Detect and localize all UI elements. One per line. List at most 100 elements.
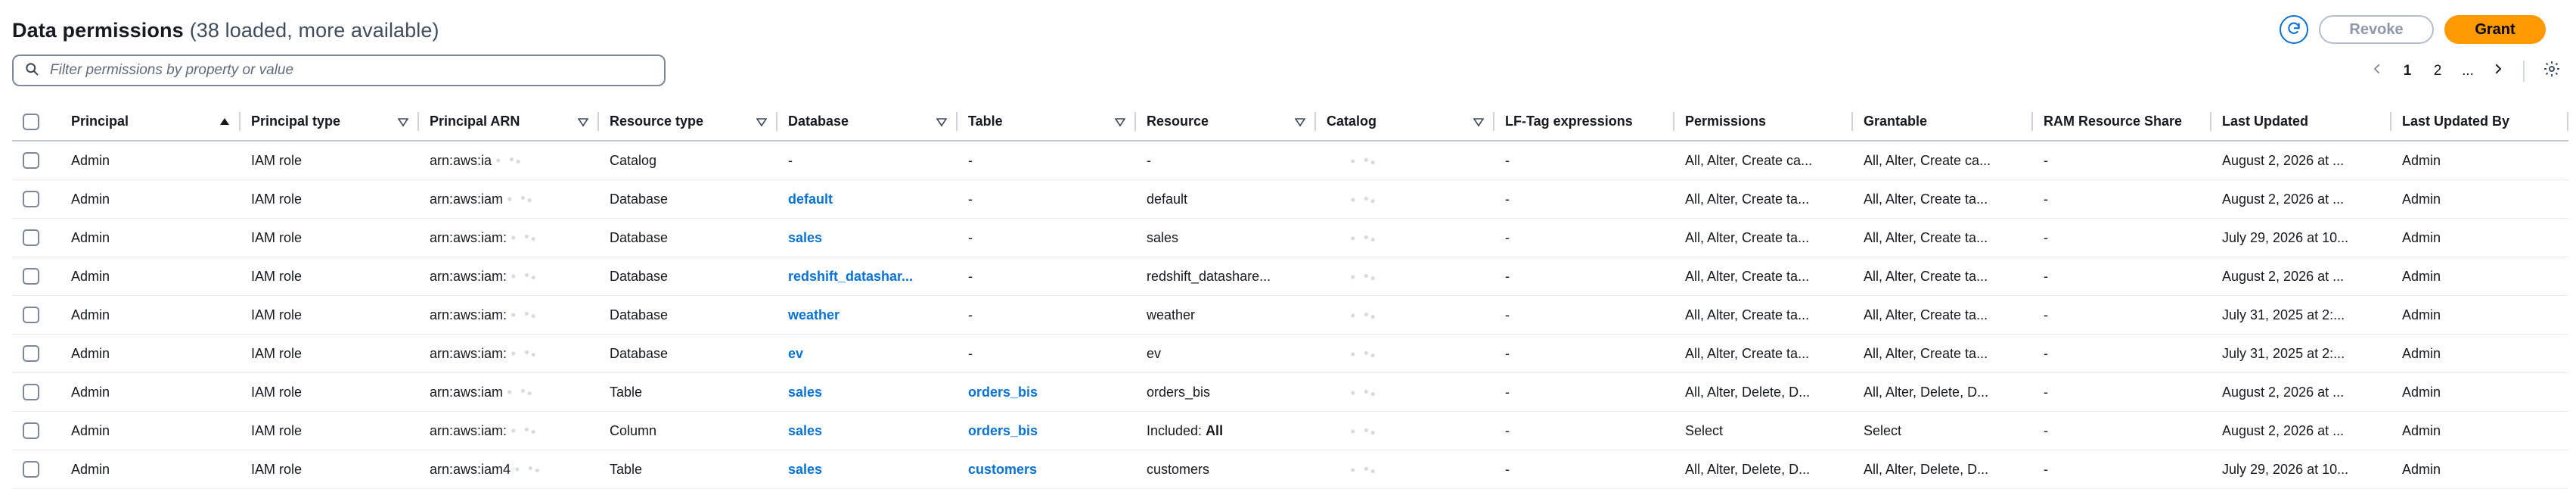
col-last-updated-by[interactable]: Last Updated By xyxy=(2391,103,2568,142)
table-row[interactable]: Admin IAM role arn:aws:iam Table sales orders… xyxy=(12,373,2568,412)
lf-tag-expressions-cell: - xyxy=(1494,219,1674,257)
table-row[interactable]: Admin IAM role arn:aws:iam: Database weather… xyxy=(12,296,2568,335)
permissions-cell: All, Alter, Create ta... xyxy=(1674,257,1853,296)
col-last-updated[interactable]: Last Updated xyxy=(2211,103,2391,142)
col-principal-type[interactable]: Principal type xyxy=(241,103,419,142)
principal-arn-text: arn:aws:iam: xyxy=(430,229,507,245)
col-ram-resource-share[interactable]: RAM Resource Share xyxy=(2033,103,2211,142)
ram-resource-share-cell: - xyxy=(2033,219,2211,257)
col-grantable[interactable]: Grantable xyxy=(1853,103,2033,142)
resource-type-cell: Database xyxy=(599,335,777,373)
last-updated-cell: August 2, 2026 at ... xyxy=(2211,180,2391,219)
permissions-cell: All, Alter, Delete, D... xyxy=(1674,373,1853,412)
redaction-mark xyxy=(1346,463,1380,476)
page-more[interactable]: ... xyxy=(2461,63,2475,79)
table-row[interactable]: Admin IAM role arn:aws:ia Catalog - - - - All, A… xyxy=(12,142,2568,180)
col-lf-tag-expressions[interactable]: LF-Tag expressions xyxy=(1494,103,1674,142)
col-principal[interactable]: Principal xyxy=(61,103,241,142)
grant-button[interactable]: Grant xyxy=(2444,15,2546,44)
col-database[interactable]: Database xyxy=(777,103,957,142)
table-cell[interactable]: customers xyxy=(957,450,1136,489)
database-cell[interactable]: sales xyxy=(777,450,957,489)
table-row[interactable]: Admin IAM role arn:aws:iam: Database sales - s… xyxy=(12,219,2568,257)
col-resource[interactable]: Resource xyxy=(1136,103,1316,142)
principal-arn-cell: arn:aws:iam: xyxy=(419,257,599,296)
table-cell[interactable]: orders_bis xyxy=(957,412,1136,450)
database-cell[interactable]: sales xyxy=(777,412,957,450)
row-select-cell xyxy=(12,142,61,180)
last-updated-by-cell: Admin xyxy=(2391,296,2568,335)
redaction-mark xyxy=(1346,232,1380,244)
select-all-cell xyxy=(12,103,61,142)
principal-cell: Admin xyxy=(61,450,241,489)
lf-tag-expressions-cell: - xyxy=(1494,412,1674,450)
ram-resource-share-cell: - xyxy=(2033,296,2211,335)
revoke-button[interactable]: Revoke xyxy=(2319,15,2434,44)
table-row[interactable]: Admin IAM role arn:aws:iam: Column sales orde… xyxy=(12,412,2568,450)
grantable-cell: All, Alter, Delete, D... xyxy=(1853,450,2033,489)
resource-text: redshift_datashare... xyxy=(1147,268,1271,284)
row-checkbox[interactable] xyxy=(23,422,39,440)
database-cell[interactable]: redshift_datashar... xyxy=(777,257,957,296)
principal-cell: Admin xyxy=(61,373,241,412)
pagination-divider xyxy=(2523,61,2525,82)
row-checkbox[interactable] xyxy=(23,191,39,208)
row-checkbox[interactable] xyxy=(23,307,39,324)
ram-resource-share-cell: - xyxy=(2033,257,2211,296)
table-row[interactable]: Admin IAM role arn:aws:iam: Database redshif… xyxy=(12,257,2568,296)
col-principal-arn[interactable]: Principal ARN xyxy=(419,103,599,142)
chevron-left-icon[interactable] xyxy=(2370,62,2384,80)
database-cell[interactable]: sales xyxy=(777,373,957,412)
col-table[interactable]: Table xyxy=(957,103,1136,142)
col-resource-type[interactable]: Resource type xyxy=(599,103,777,142)
row-checkbox[interactable] xyxy=(23,345,39,363)
row-checkbox[interactable] xyxy=(23,384,39,401)
grantable-cell: All, Alter, Create ta... xyxy=(1853,296,2033,335)
principal-type-cell: IAM role xyxy=(241,257,419,296)
row-checkbox[interactable] xyxy=(23,229,39,247)
permissions-cell: All, Alter, Create ta... xyxy=(1674,335,1853,373)
table-cell[interactable]: orders_bis xyxy=(957,373,1136,412)
chevron-right-icon[interactable] xyxy=(2491,62,2505,80)
row-checkbox[interactable] xyxy=(23,461,39,478)
table-row[interactable]: Admin IAM role arn:aws:iam Database default -… xyxy=(12,180,2568,219)
principal-cell: Admin xyxy=(61,219,241,257)
row-checkbox[interactable] xyxy=(23,152,39,170)
principal-arn-text: arn:aws:iam4 xyxy=(430,461,511,477)
page-1[interactable]: 1 xyxy=(2401,63,2414,79)
select-all-checkbox[interactable] xyxy=(23,113,39,130)
pagination: 1 2 ... xyxy=(2370,59,2561,83)
database-cell[interactable]: default xyxy=(777,180,957,219)
refresh-icon xyxy=(2286,21,2301,39)
principal-cell: Admin xyxy=(61,180,241,219)
resource-bold-text: All xyxy=(1206,422,1224,438)
resource-text: orders_bis xyxy=(1147,384,1211,400)
filter-field[interactable] xyxy=(12,55,666,86)
redaction-mark xyxy=(1346,309,1380,322)
database-cell[interactable]: ev xyxy=(777,335,957,373)
lf-tag-expressions-cell: - xyxy=(1494,142,1674,180)
table-row[interactable]: Admin IAM role arn:aws:iam: Database ev - ev - A… xyxy=(12,335,2568,373)
catalog-cell xyxy=(1316,257,1494,296)
row-checkbox[interactable] xyxy=(23,268,39,285)
search-icon xyxy=(24,61,39,80)
filter-input[interactable] xyxy=(48,61,653,79)
grantable-cell: All, Alter, Delete, D... xyxy=(1853,373,2033,412)
resource-cell: weather xyxy=(1136,296,1316,335)
table-cell: - xyxy=(957,180,1136,219)
refresh-button[interactable] xyxy=(2280,15,2308,44)
page-2[interactable]: 2 xyxy=(2431,63,2444,79)
principal-arn-cell: arn:aws:iam: xyxy=(419,412,599,450)
settings-icon[interactable] xyxy=(2543,60,2561,83)
col-permissions[interactable]: Permissions xyxy=(1674,103,1853,142)
principal-arn-cell: arn:aws:ia xyxy=(419,142,599,180)
table-row[interactable]: Admin IAM role arn:aws:iam4 Table sales custo… xyxy=(12,450,2568,489)
principal-cell: Admin xyxy=(61,412,241,450)
redaction-mark xyxy=(492,154,526,167)
table-cell: - xyxy=(957,296,1136,335)
sort-ascending-icon xyxy=(220,117,229,125)
database-cell[interactable]: weather xyxy=(777,296,957,335)
col-catalog[interactable]: Catalog xyxy=(1316,103,1494,142)
last-updated-cell: August 2, 2026 at ... xyxy=(2211,412,2391,450)
database-cell[interactable]: sales xyxy=(777,219,957,257)
